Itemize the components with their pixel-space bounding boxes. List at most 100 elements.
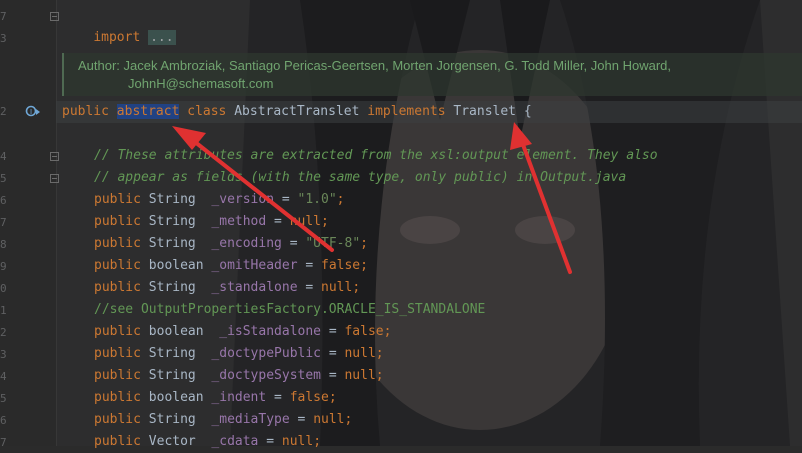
line-number-gutter: 7 3 2 4 5 6 7 8 9 0 1 2 3 4 5 6 7 [0, 0, 57, 449]
semicolon: ; [360, 236, 368, 251]
modifier-keyword: public [94, 324, 141, 339]
field-name: _indent [211, 390, 267, 405]
modifier-keyword: public [94, 214, 141, 229]
field-value: "1.0" [297, 192, 337, 207]
modifier-keyword: public [94, 412, 141, 427]
field-value: null [313, 412, 345, 427]
line-number: 2 [0, 105, 7, 118]
line-number: 2 [0, 326, 7, 339]
semicolon: ; [375, 346, 384, 361]
comment-line: // appear as fields (with the same type,… [94, 170, 627, 185]
implemented-interface-gutter-icon[interactable]: I [25, 104, 41, 120]
semicolon: ; [344, 412, 353, 427]
comment-prefix: //see [94, 302, 141, 317]
field-name: _isStandalone [219, 324, 321, 339]
class-name: AbstractTranslet [234, 104, 360, 119]
line-number: 7 [0, 216, 7, 229]
line-number: 5 [0, 172, 7, 185]
field-name: _encoding [211, 236, 282, 251]
interface-name[interactable]: Translet [453, 104, 516, 119]
field-declaration-line[interactable]: public boolean _indent = false; [94, 387, 337, 409]
field-type: boolean [148, 258, 204, 273]
field-name: _doctypePublic [211, 346, 321, 361]
fold-toggle-icon[interactable] [50, 174, 59, 183]
field-declaration-line[interactable]: public String _encoding = "UTF-8"; [94, 233, 368, 255]
modifier-keyword: public [94, 280, 141, 295]
semicolon: ; [328, 390, 337, 405]
assign-operator: = [321, 368, 345, 383]
field-type: boolean [148, 390, 204, 405]
line-number: 3 [0, 32, 7, 45]
selected-abstract-keyword[interactable]: abstract [116, 104, 180, 119]
assign-operator: = [266, 390, 290, 405]
semicolon: ; [375, 368, 384, 383]
semicolon: ; [360, 258, 368, 273]
modifier-keyword: public [94, 346, 141, 361]
line-number: 9 [0, 260, 7, 273]
field-value: null [289, 214, 322, 229]
semicolon: ; [336, 192, 345, 207]
line-number: 3 [0, 348, 7, 361]
javadoc-email: JohnH@schemasoft.com [128, 76, 274, 91]
see-comment-line: //see OutputPropertiesFactory.ORACLE_IS_… [94, 299, 485, 321]
field-declaration-line[interactable]: public String _mediaType = null; [94, 409, 352, 431]
fold-toggle-icon[interactable] [50, 12, 59, 21]
field-type: String [148, 280, 196, 295]
open-brace: { [523, 104, 532, 119]
semicolon: ; [352, 280, 361, 295]
field-type: String [148, 236, 196, 251]
field-value: false [344, 324, 384, 339]
field-type: boolean [148, 324, 204, 339]
class-keyword: class [187, 104, 227, 119]
semicolon: ; [313, 434, 322, 449]
field-name: _doctypeSystem [211, 368, 321, 383]
field-declaration-line[interactable]: public String _standalone = null; [94, 277, 360, 299]
field-declaration-line[interactable]: public String _version = "1.0"; [94, 189, 345, 211]
import-keyword: import [93, 30, 141, 45]
public-keyword: public [62, 104, 109, 119]
assign-operator: = [258, 434, 282, 449]
field-type: String [148, 214, 196, 229]
field-declaration-line[interactable]: public String _doctypePublic = null; [94, 343, 384, 365]
field-value: null [344, 346, 376, 361]
field-declaration-line[interactable]: public boolean _omitHeader = false; [94, 255, 368, 277]
semicolon: ; [321, 214, 329, 229]
field-name: _cdata [211, 434, 259, 449]
assign-operator: = [266, 214, 290, 229]
field-type: Vector [148, 434, 196, 449]
fold-toggle-icon[interactable] [50, 152, 59, 161]
field-value: null [344, 368, 376, 383]
field-value: false [321, 258, 361, 273]
line-number: 6 [0, 194, 7, 207]
semicolon: ; [383, 324, 392, 339]
field-name: _version [211, 192, 275, 207]
line-number: 8 [0, 238, 7, 251]
field-value: "UTF-8" [305, 236, 361, 251]
assign-operator: = [297, 258, 321, 273]
field-declaration-line[interactable]: public String _method = null; [94, 211, 329, 233]
field-name: _mediaType [211, 412, 290, 427]
field-declaration-line[interactable]: public Vector _cdata = null; [94, 431, 321, 453]
assign-operator: = [281, 236, 306, 251]
rendered-javadoc: Author: Jacek Ambroziak, Santiago Perica… [62, 53, 802, 96]
line-number: 1 [0, 304, 7, 317]
line-number: 6 [0, 414, 7, 427]
field-type: String [148, 192, 196, 207]
line-number: 0 [0, 282, 7, 295]
line-number: 7 [0, 436, 7, 449]
class-declaration-line[interactable]: public abstract class AbstractTranslet i… [62, 101, 532, 123]
line-number: 7 [0, 10, 7, 23]
field-value: false [289, 390, 329, 405]
import-line[interactable]: import ... [62, 5, 176, 45]
field-type: String [148, 368, 196, 383]
field-declaration-line[interactable]: public boolean _isStandalone = false; [94, 321, 391, 343]
modifier-keyword: public [94, 390, 141, 405]
field-name: _omitHeader [211, 258, 298, 273]
modifier-keyword: public [94, 434, 141, 449]
modifier-keyword: public [94, 368, 141, 383]
folded-imports-placeholder[interactable]: ... [148, 30, 176, 45]
assign-operator: = [289, 412, 314, 427]
field-type: String [148, 412, 196, 427]
modifier-keyword: public [94, 236, 141, 251]
field-declaration-line[interactable]: public String _doctypeSystem = null; [94, 365, 384, 387]
